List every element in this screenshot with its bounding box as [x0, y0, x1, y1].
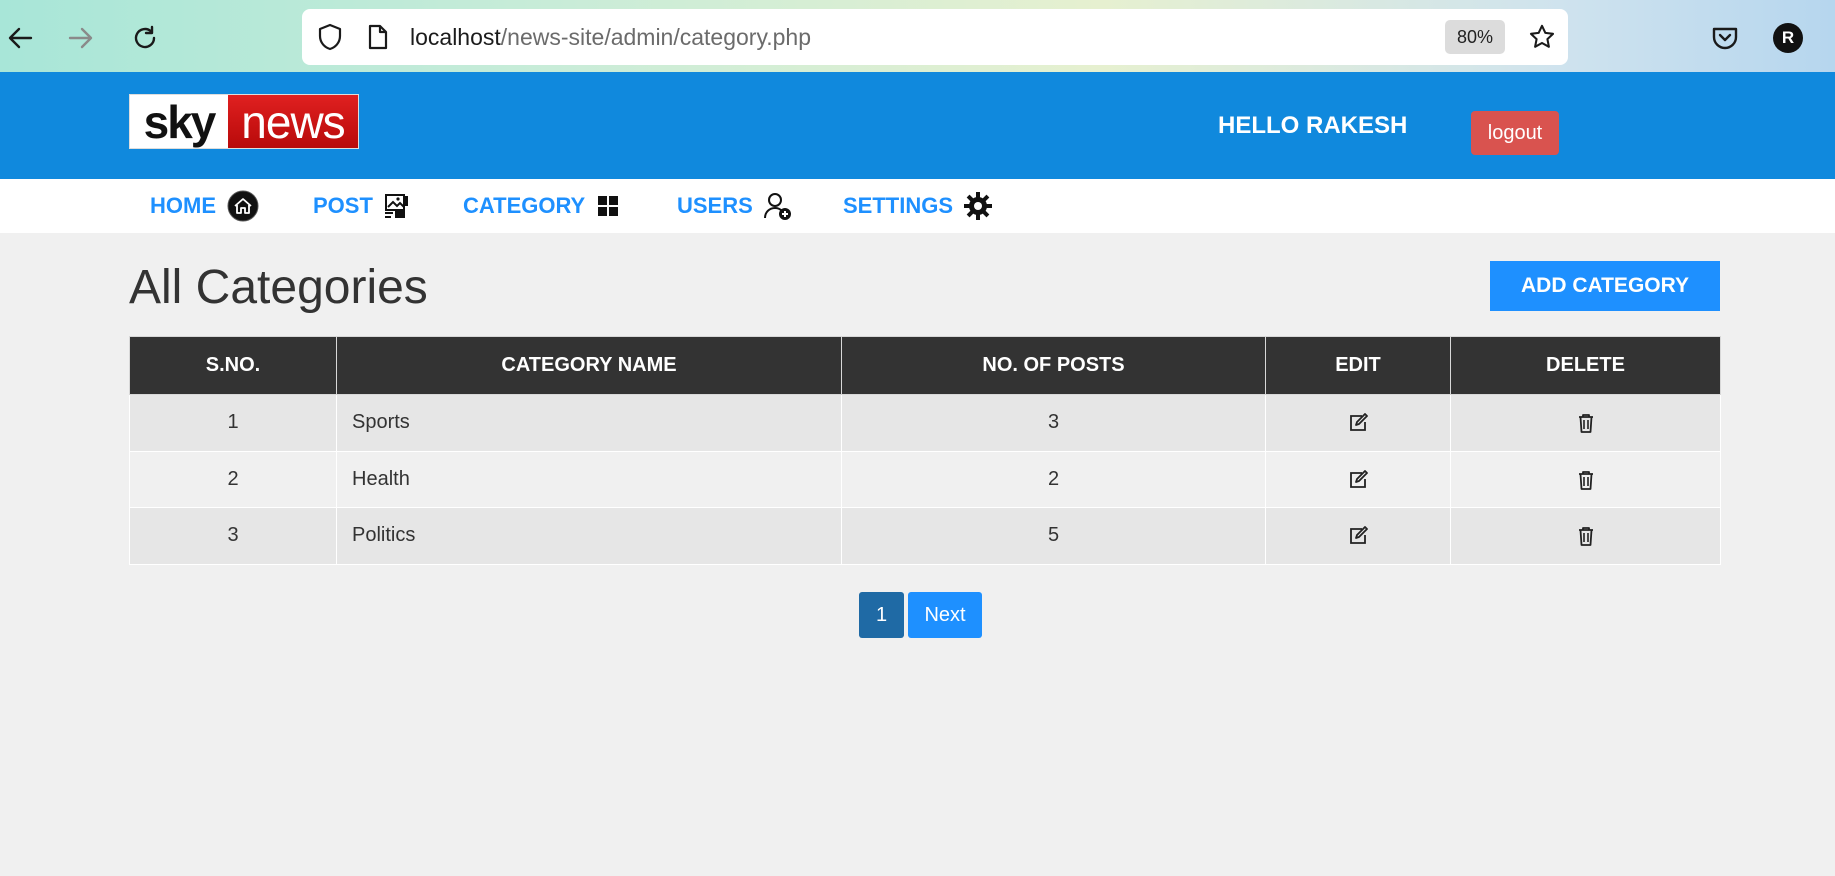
cell-category-name: Politics	[336, 507, 842, 565]
site-header: sky news HELLO RAKESH logout	[0, 72, 1835, 179]
menu-item-label: SETTINGS	[843, 193, 954, 218]
menu-item-home[interactable]: HOME	[150, 179, 260, 233]
menu-item-category[interactable]: CATEGORY	[463, 179, 621, 233]
cell-edit	[1265, 394, 1451, 452]
cell-sno: 3	[129, 507, 337, 565]
zoom-level-badge[interactable]: 80%	[1445, 20, 1505, 54]
edit-icon[interactable]	[1348, 526, 1368, 546]
pagination: 1 Next	[859, 592, 982, 638]
grid-icon	[595, 193, 621, 219]
table-header-row: S.NO. CATEGORY NAME NO. OF POSTS EDIT DE…	[129, 336, 1721, 395]
shield-icon[interactable]	[316, 23, 344, 51]
reload-icon[interactable]	[125, 18, 165, 58]
menu-item-settings[interactable]: SETTINGS	[843, 179, 993, 233]
cell-sno: 2	[129, 450, 337, 509]
cell-delete	[1450, 450, 1721, 509]
cell-post-count: 3	[841, 394, 1266, 452]
cell-edit	[1265, 507, 1451, 565]
page-title: All Categories	[129, 261, 428, 314]
cell-delete	[1450, 507, 1721, 565]
cell-category-name: Sports	[336, 394, 842, 452]
cell-post-count: 2	[841, 450, 1266, 509]
home-icon	[226, 189, 260, 223]
categories-table: S.NO. CATEGORY NAME NO. OF POSTS EDIT DE…	[129, 336, 1721, 565]
back-arrow-icon[interactable]	[0, 18, 40, 58]
gear-icon	[963, 191, 993, 221]
pocket-icon[interactable]	[1705, 18, 1745, 58]
menu-item-label: USERS	[677, 193, 753, 218]
column-header-category-name: CATEGORY NAME	[336, 336, 842, 395]
menu-item-label: POST	[313, 193, 373, 218]
logo-news-text: news	[228, 95, 358, 148]
url-text[interactable]: localhost/news-site/admin/category.php	[410, 24, 811, 51]
url-path: /news-site/admin/category.php	[500, 24, 812, 50]
next-page-button[interactable]: Next	[908, 592, 982, 638]
cell-delete	[1450, 394, 1721, 452]
edit-icon[interactable]	[1348, 469, 1368, 490]
menu-item-label: HOME	[150, 193, 216, 218]
sky-news-logo[interactable]: sky news	[129, 94, 359, 149]
cell-edit	[1265, 450, 1451, 509]
menu-item-users[interactable]: USERS	[677, 179, 793, 233]
trash-icon[interactable]	[1577, 526, 1595, 547]
table-row: 1 Sports 3	[129, 394, 1721, 452]
add-category-button[interactable]: ADD CATEGORY	[1490, 261, 1720, 311]
page-1-button[interactable]: 1	[859, 592, 904, 638]
browser-toolbar: localhost/news-site/admin/category.php 8…	[0, 0, 1835, 72]
user-greeting: HELLO RAKESH	[1218, 112, 1408, 139]
column-header-edit: EDIT	[1265, 336, 1451, 395]
profile-avatar[interactable]: R	[1773, 23, 1803, 53]
post-image-icon	[383, 193, 409, 219]
address-bar[interactable]: localhost/news-site/admin/category.php 8…	[302, 9, 1568, 65]
star-icon[interactable]	[1528, 23, 1556, 51]
add-user-icon	[763, 191, 793, 221]
table-row: 2 Health 2	[129, 450, 1721, 509]
forward-arrow-icon[interactable]	[61, 18, 101, 58]
admin-menu: HOME POST CATEGORY USERS SETTINGS	[0, 179, 1835, 233]
edit-icon[interactable]	[1348, 413, 1368, 433]
cell-post-count: 5	[841, 507, 1266, 565]
trash-icon[interactable]	[1577, 413, 1595, 433]
url-host: localhost	[410, 24, 501, 50]
column-header-posts: NO. OF POSTS	[841, 336, 1266, 395]
cell-category-name: Health	[336, 450, 842, 509]
table-row: 3 Politics 5	[129, 507, 1721, 565]
cell-sno: 1	[129, 394, 337, 452]
logout-button[interactable]: logout	[1471, 111, 1559, 155]
column-header-delete: DELETE	[1450, 336, 1721, 395]
trash-icon[interactable]	[1577, 470, 1595, 490]
page-icon[interactable]	[364, 23, 392, 51]
menu-item-post[interactable]: POST	[313, 179, 409, 233]
logo-sky-text: sky	[130, 95, 228, 148]
menu-item-label: CATEGORY	[463, 193, 586, 218]
column-header-sno: S.NO.	[129, 336, 337, 395]
